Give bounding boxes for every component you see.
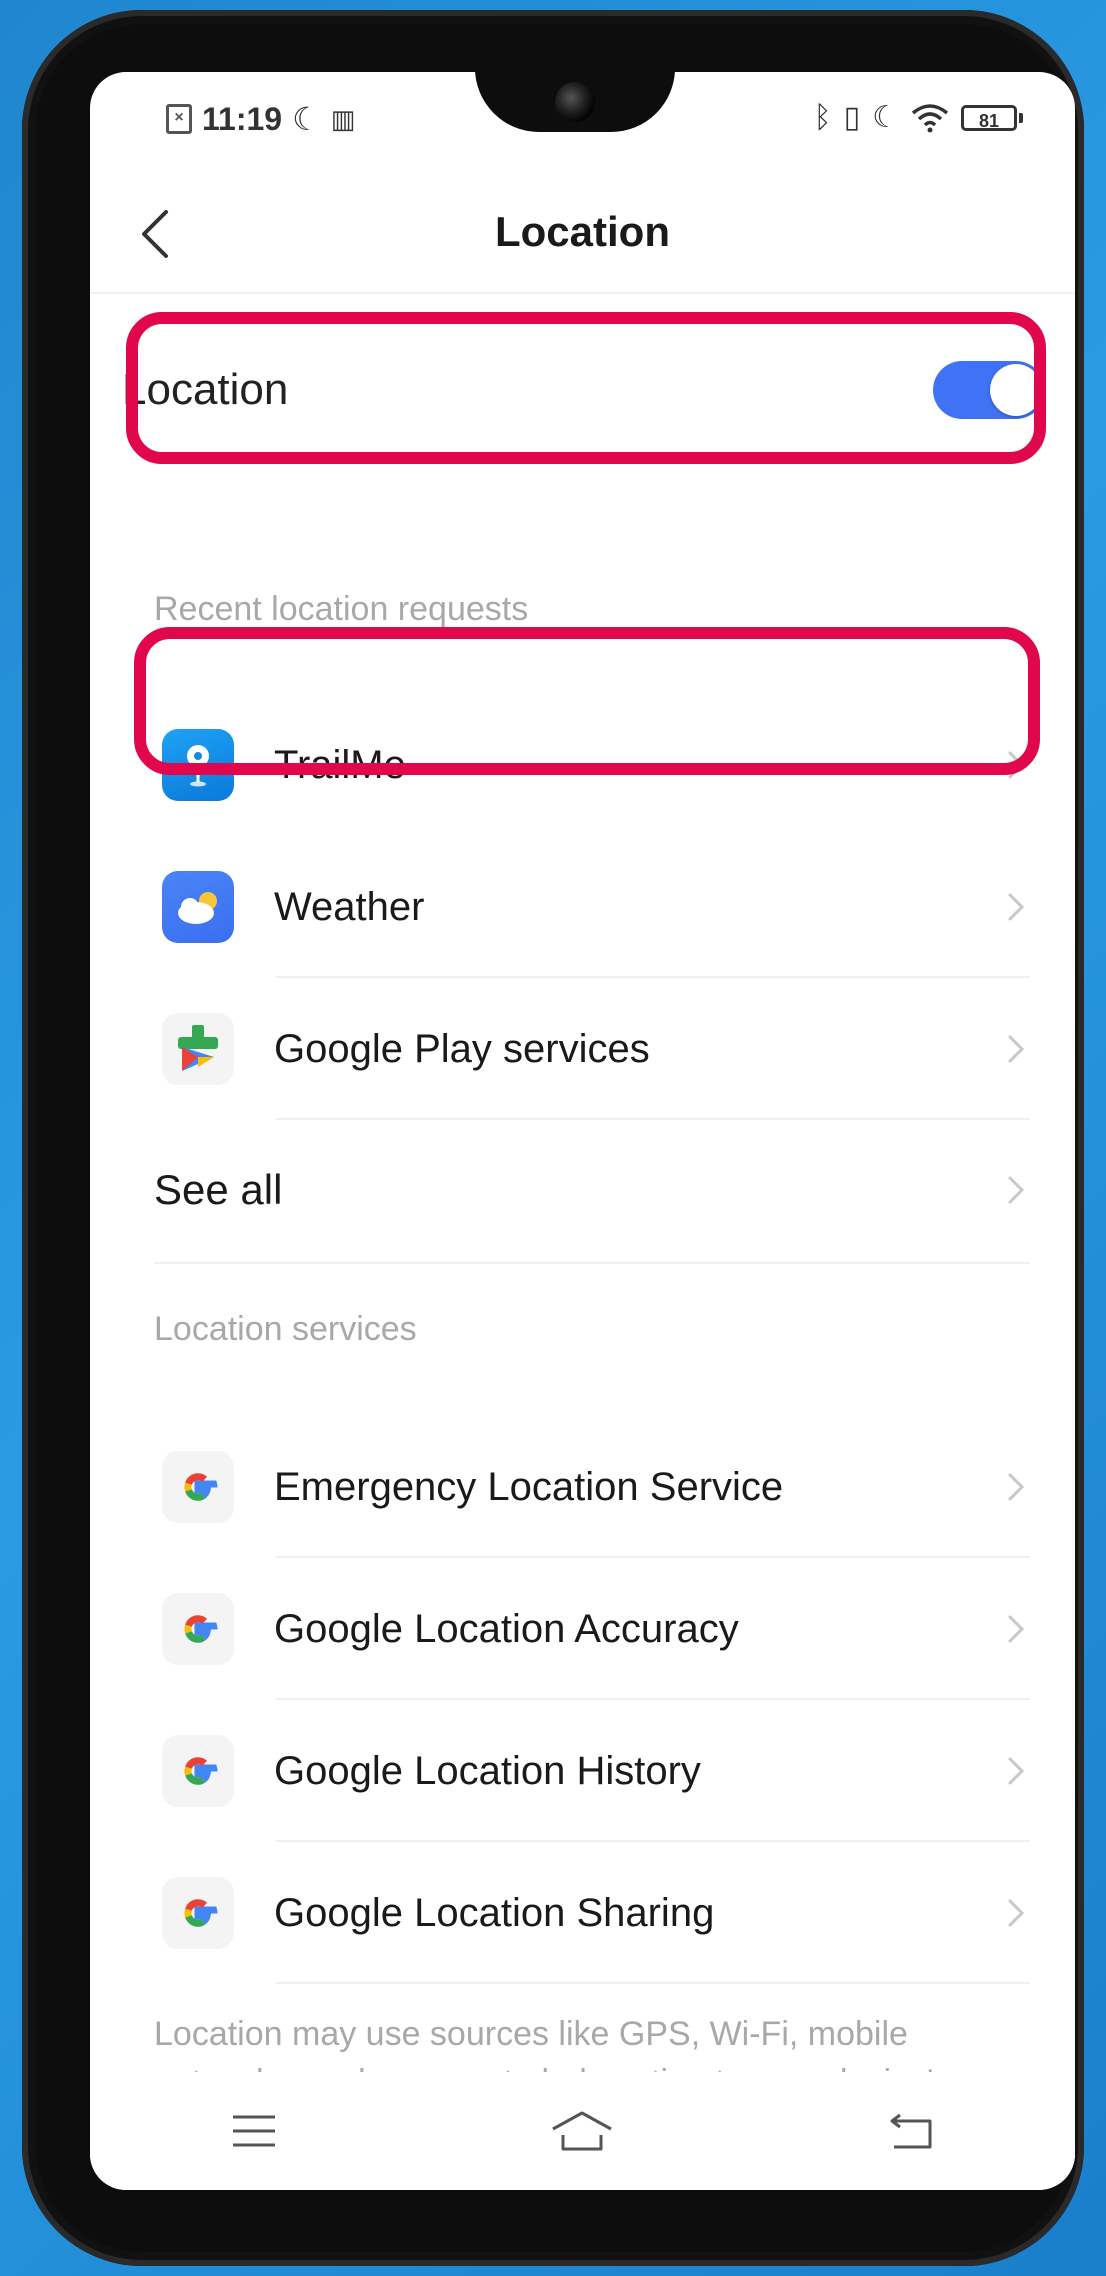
divider <box>276 1982 1030 1984</box>
service-label-history: Google Location History <box>274 1748 701 1793</box>
service-label-sharing: Google Location Sharing <box>274 1890 715 1935</box>
chevron-right-icon <box>1008 751 1025 779</box>
toggle-knob <box>990 364 1042 416</box>
google-g-icon <box>162 1877 234 1949</box>
app-label-weather: Weather <box>274 884 425 929</box>
service-row-location-accuracy[interactable]: Google Location Accuracy <box>154 1558 1030 1700</box>
google-play-services-icon <box>162 1013 234 1085</box>
app-label-google-play-services: Google Play services <box>274 1026 650 1071</box>
location-toggle-switch[interactable] <box>933 361 1045 419</box>
see-all-row[interactable]: See all <box>154 1120 1030 1260</box>
location-toggle-row[interactable]: Location <box>106 324 1061 456</box>
vibrate-icon: ▯ <box>843 101 861 134</box>
service-row-location-sharing[interactable]: Google Location Sharing <box>154 1842 1030 1984</box>
wifi-icon <box>911 103 949 132</box>
service-row-emergency-location[interactable]: Emergency Location Service <box>154 1416 1030 1558</box>
chevron-right-icon <box>1008 1035 1025 1063</box>
chevron-right-icon <box>1008 893 1025 921</box>
phone-frame: × 11:19 ☾ ▥ ᛒ ▯ ☾ 81 Location Location R… <box>22 10 1084 2266</box>
app-row-google-play-services[interactable]: Google Play services <box>154 978 1030 1120</box>
battery-icon: 81 <box>961 104 1023 131</box>
battery-level: 81 <box>961 104 1017 131</box>
divider <box>154 1262 1030 1264</box>
google-g-icon <box>162 1735 234 1807</box>
page-title: Location <box>495 208 670 255</box>
app-row-trailme[interactable]: TrailMe <box>154 694 1030 836</box>
google-g-icon <box>162 1593 234 1665</box>
location-toggle-label: Location <box>122 365 289 414</box>
menu-button[interactable] <box>214 2101 294 2161</box>
back-nav-button[interactable] <box>871 2101 951 2161</box>
google-g-icon <box>162 1451 234 1523</box>
status-time: 11:19 <box>202 100 283 137</box>
app-header: Location <box>90 182 1075 294</box>
recent-requests-section-label: Recent location requests <box>154 590 529 628</box>
service-label-emergency: Emergency Location Service <box>274 1464 784 1509</box>
chevron-right-icon <box>1008 1899 1025 1927</box>
back-nav-icon <box>890 2113 932 2149</box>
sim-icon: × <box>166 104 192 134</box>
weather-cloud-icon <box>162 871 234 943</box>
system-nav-bar <box>90 2072 1075 2190</box>
status-left: × 11:19 ☾ ▥ <box>166 100 355 138</box>
service-label-accuracy: Google Location Accuracy <box>274 1606 739 1651</box>
menu-icon <box>233 2115 276 2147</box>
status-right: ᛒ ▯ ☾ 81 <box>814 100 1023 135</box>
see-all-label: See all <box>154 1166 283 1213</box>
chevron-right-icon <box>1008 1757 1025 1785</box>
home-icon <box>552 2111 613 2151</box>
chevron-right-icon <box>1008 1615 1025 1643</box>
moon-icon: ☾ <box>292 101 321 137</box>
dnd-moon-icon: ☾ <box>872 101 899 134</box>
book-icon: ▥ <box>330 103 356 134</box>
trailme-pin-icon <box>162 729 234 801</box>
bluetooth-icon: ᛒ <box>813 100 832 134</box>
service-row-location-history[interactable]: Google Location History <box>154 1700 1030 1842</box>
chevron-right-icon <box>1008 1473 1025 1501</box>
app-label-trailme: TrailMe <box>274 742 406 787</box>
app-row-weather[interactable]: Weather <box>154 836 1030 978</box>
location-services-section-label: Location services <box>154 1310 417 1348</box>
screen: × 11:19 ☾ ▥ ᛒ ▯ ☾ 81 Location Location R… <box>90 72 1075 2190</box>
front-camera <box>555 82 595 122</box>
home-button[interactable] <box>542 2101 622 2161</box>
chevron-right-icon <box>1008 1176 1025 1204</box>
